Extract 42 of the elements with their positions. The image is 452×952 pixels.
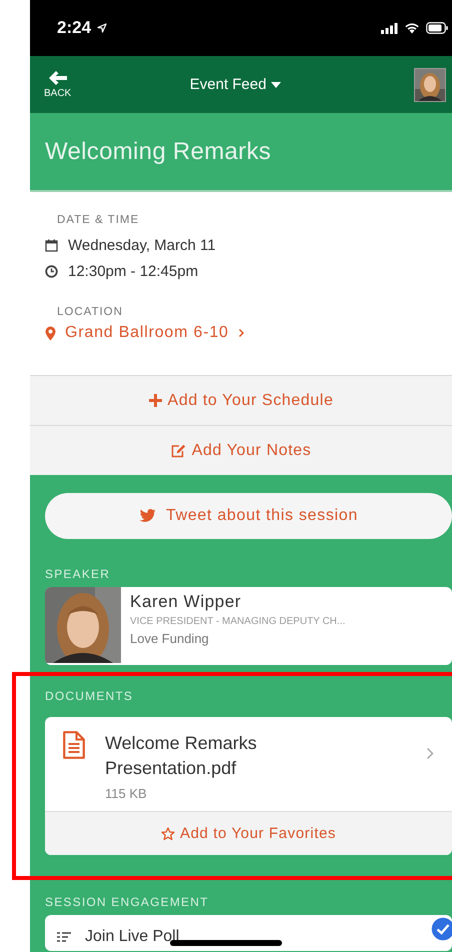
battery-icon — [426, 22, 448, 34]
session-title: Welcoming Remarks — [45, 138, 272, 166]
caret-icon — [271, 82, 282, 88]
document-icon — [63, 731, 85, 759]
tweet-button[interactable]: Tweet about this session — [45, 493, 452, 539]
session-date: Wednesday, March 11 — [68, 236, 216, 254]
chevron-right-icon — [238, 328, 245, 338]
wifi-icon — [404, 22, 420, 34]
engagement-section-label: SESSION ENGAGEMENT — [45, 895, 210, 909]
file-size: 115 KB — [105, 786, 148, 801]
calendar-icon — [45, 238, 58, 252]
speaker-section-label: SPEAKER — [45, 567, 112, 581]
live-poll-item[interactable]: Join Live Poll — [45, 915, 452, 951]
chevron-right-icon — [426, 747, 434, 760]
session-time: 12:30pm - 12:45pm — [68, 262, 198, 280]
action-button[interactable]: Add Your Notes — [30, 425, 452, 475]
speaker-name: Karen Wipper — [130, 592, 242, 612]
edit-icon — [170, 444, 186, 458]
clock-icon — [45, 264, 58, 278]
back-button[interactable]: BACK — [44, 68, 72, 101]
check-badge-icon — [430, 916, 452, 942]
event-feed-dropdown[interactable]: Event Feed — [71, 75, 400, 94]
star-icon — [160, 826, 175, 840]
speaker-card[interactable]: Karen Wipper VICE PRESIDENT - MANAGING DEPUTY CH... Love Funding — [45, 587, 452, 665]
add-favorites-button[interactable]: Add to Your Favorites — [45, 811, 452, 855]
map-pin-icon — [45, 326, 56, 340]
list-icon — [57, 932, 71, 942]
action-button[interactable]: Add to Your Schedule — [30, 375, 452, 425]
location-link[interactable]: Grand Ballroom 6-10 — [45, 324, 245, 342]
speaker-job-title: VICE PRESIDENT - MANAGING DEPUTY CH... — [130, 616, 346, 627]
location-arrow-icon — [97, 23, 108, 33]
clock-time: 2:24 — [57, 18, 92, 38]
plus-icon — [148, 394, 162, 407]
documents-section-label: DOCUMENTS — [45, 689, 134, 703]
bird-icon — [138, 509, 156, 523]
speaker-company: Love Funding — [130, 631, 210, 646]
document-row[interactable]: Welcome Remarks Presentation.pdf 115 KB — [45, 717, 452, 811]
back-arrow-icon — [48, 70, 68, 86]
signal-icon — [381, 22, 398, 34]
location-label: LOCATION — [57, 306, 124, 318]
date-time-label: DATE & TIME — [57, 214, 140, 226]
document-name: Welcome Remarks Presentation.pdf — [105, 732, 258, 780]
